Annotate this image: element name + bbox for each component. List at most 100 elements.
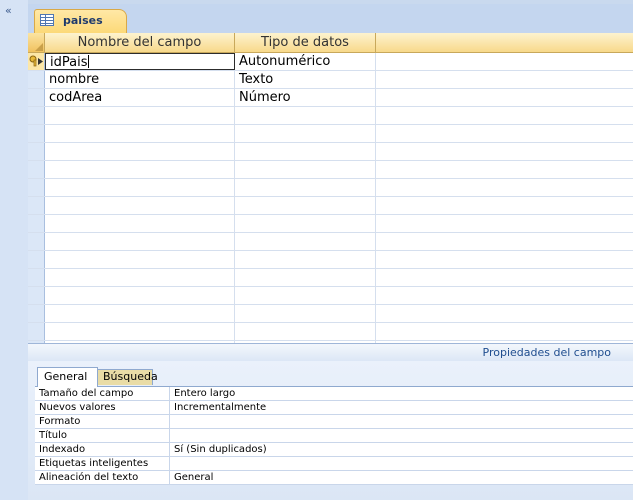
column-header-field-name[interactable]: Nombre del campo	[45, 33, 235, 52]
field-name-cell[interactable]: nombre	[45, 71, 235, 88]
description-cell[interactable]	[376, 305, 633, 322]
row-selector[interactable]	[28, 179, 45, 196]
select-all-corner[interactable]	[28, 33, 45, 52]
table-row[interactable]	[28, 269, 633, 287]
field-name-cell[interactable]	[45, 215, 235, 232]
data-type-cell[interactable]	[235, 197, 376, 214]
table-row[interactable]	[28, 107, 633, 125]
data-type-cell[interactable]: Texto	[235, 71, 376, 88]
property-row[interactable]: Alineación del texto General	[35, 471, 633, 485]
property-value[interactable]: Sí (Sin duplicados)	[170, 443, 267, 456]
table-row[interactable]	[28, 287, 633, 305]
property-value[interactable]: Entero largo	[170, 387, 235, 400]
description-cell[interactable]	[376, 107, 633, 124]
field-name-cell[interactable]	[45, 251, 235, 268]
table-row[interactable]	[28, 161, 633, 179]
description-cell[interactable]	[376, 53, 633, 70]
row-selector[interactable]	[28, 161, 45, 178]
row-selector[interactable]	[28, 53, 45, 70]
field-name-cell[interactable]	[45, 305, 235, 322]
data-type-cell[interactable]: Número	[235, 89, 376, 106]
field-name-cell[interactable]	[45, 269, 235, 286]
description-cell[interactable]	[376, 179, 633, 196]
column-header-description[interactable]	[376, 33, 633, 52]
property-row[interactable]: Indexado Sí (Sin duplicados)	[35, 443, 633, 457]
data-type-cell[interactable]	[235, 107, 376, 124]
row-selector[interactable]	[28, 251, 45, 268]
row-selector[interactable]	[28, 287, 45, 304]
property-value[interactable]	[170, 429, 174, 442]
table-row[interactable]	[28, 233, 633, 251]
table-row[interactable]	[28, 197, 633, 215]
data-type-cell[interactable]	[235, 251, 376, 268]
property-row[interactable]: Formato	[35, 415, 633, 429]
table-row[interactable]	[28, 215, 633, 233]
table-row[interactable]	[28, 323, 633, 341]
description-cell[interactable]	[376, 161, 633, 178]
property-value[interactable]: General	[170, 471, 213, 484]
data-type-cell[interactable]	[235, 233, 376, 250]
data-type-cell[interactable]: Autonumérico	[235, 53, 376, 70]
description-cell[interactable]	[376, 269, 633, 286]
description-cell[interactable]	[376, 143, 633, 160]
property-value[interactable]	[170, 457, 174, 470]
row-selector[interactable]	[28, 125, 45, 142]
row-selector[interactable]	[28, 269, 45, 286]
table-row[interactable]	[28, 305, 633, 323]
property-row[interactable]: Tamaño del campo Entero largo	[35, 387, 633, 401]
row-selector[interactable]	[28, 71, 45, 88]
table-row[interactable]	[28, 179, 633, 197]
description-cell[interactable]	[376, 323, 633, 340]
property-row[interactable]: Título	[35, 429, 633, 443]
data-type-cell[interactable]	[235, 305, 376, 322]
description-cell[interactable]	[376, 197, 633, 214]
table-row[interactable]	[28, 251, 633, 269]
column-header-data-type[interactable]: Tipo de datos	[235, 33, 376, 52]
field-name-cell[interactable]	[45, 287, 235, 304]
tab-busqueda[interactable]: Búsqueda	[96, 369, 158, 385]
description-cell[interactable]	[376, 251, 633, 268]
data-type-cell[interactable]	[235, 287, 376, 304]
row-selector[interactable]	[28, 305, 45, 322]
description-cell[interactable]	[376, 233, 633, 250]
field-name-cell[interactable]	[45, 107, 235, 124]
table-row[interactable]	[28, 125, 633, 143]
description-cell[interactable]	[376, 71, 633, 88]
table-row[interactable]: codArea Número	[28, 89, 633, 107]
data-type-cell[interactable]	[235, 179, 376, 196]
row-selector[interactable]	[28, 107, 45, 124]
field-name-cell[interactable]	[45, 143, 235, 160]
field-name-cell[interactable]	[45, 323, 235, 340]
data-type-cell[interactable]	[235, 323, 376, 340]
field-name-cell[interactable]	[45, 161, 235, 178]
row-selector[interactable]	[28, 89, 45, 106]
description-cell[interactable]	[376, 215, 633, 232]
field-name-cell[interactable]: idPais	[45, 53, 235, 70]
field-name-cell[interactable]	[45, 125, 235, 142]
data-type-cell[interactable]	[235, 161, 376, 178]
field-name-cell[interactable]	[45, 233, 235, 250]
property-row[interactable]: Etiquetas inteligentes	[35, 457, 633, 471]
row-selector[interactable]	[28, 233, 45, 250]
data-type-cell[interactable]	[235, 125, 376, 142]
table-row[interactable]	[28, 143, 633, 161]
navigation-pane-collapsed[interactable]: «	[0, 0, 29, 500]
property-value[interactable]: Incrementalmente	[170, 401, 266, 414]
field-name-cell[interactable]	[45, 179, 235, 196]
field-name-cell[interactable]: codArea	[45, 89, 235, 106]
data-type-cell[interactable]	[235, 215, 376, 232]
table-row[interactable]: idPais Autonumérico	[28, 53, 633, 71]
row-selector[interactable]	[28, 197, 45, 214]
row-selector[interactable]	[28, 323, 45, 340]
expand-navigation-icon[interactable]: «	[5, 5, 12, 16]
property-row[interactable]: Nuevos valores Incrementalmente	[35, 401, 633, 415]
row-selector[interactable]	[28, 143, 45, 160]
description-cell[interactable]	[376, 89, 633, 106]
tab-general[interactable]: General	[37, 367, 98, 387]
description-cell[interactable]	[376, 287, 633, 304]
tab-paises[interactable]: paises	[34, 9, 127, 33]
row-selector[interactable]	[28, 215, 45, 232]
data-type-cell[interactable]	[235, 143, 376, 160]
data-type-cell[interactable]	[235, 269, 376, 286]
description-cell[interactable]	[376, 125, 633, 142]
